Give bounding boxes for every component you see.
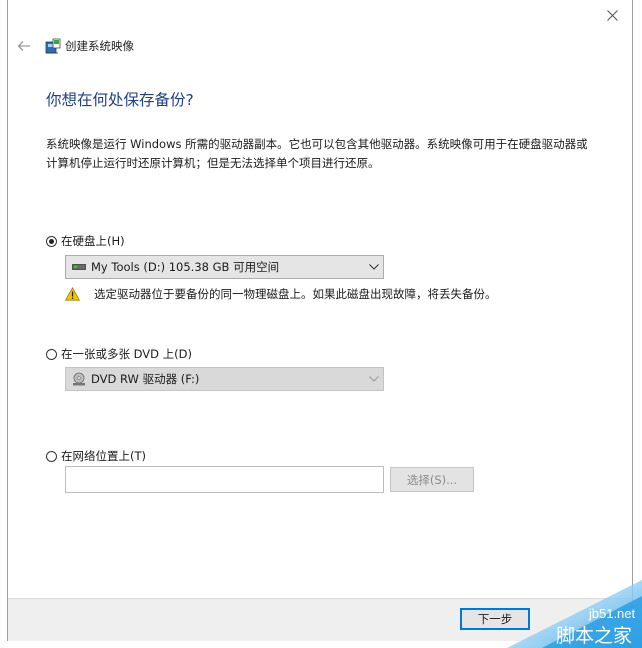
hard-disk-selected-value: My Tools (D:) 105.38 GB 可用空间 [91, 260, 280, 274]
hard-disk-dropdown[interactable]: My Tools (D:) 105.38 GB 可用空间 [65, 255, 384, 279]
radio-button[interactable] [46, 348, 57, 360]
back-button[interactable] [16, 36, 32, 56]
network-path-input[interactable] [65, 466, 384, 493]
radio-dvd[interactable]: 在一张或多张 DVD 上(D) [46, 346, 192, 362]
chevron-down-icon [365, 256, 383, 278]
hard-drive-icon [72, 260, 86, 274]
dvd-drive-icon [72, 372, 86, 386]
dvd-selected-value: DVD RW 驱动器 (F:) [91, 372, 200, 386]
radio-dvd-label: 在一张或多张 DVD 上(D) [61, 347, 193, 361]
radio-network[interactable]: 在网络位置上(T) [46, 448, 146, 464]
window-title: 创建系统映像 [65, 39, 134, 53]
dvd-dropdown: DVD RW 驱动器 (F:) [65, 367, 384, 391]
warning-icon [65, 287, 80, 301]
select-browse-button[interactable]: 选择(S)... [390, 467, 474, 492]
watermark-line2: 脚本之家 [556, 625, 632, 647]
warning-message: 选定驱动器位于要备份的同一物理磁盘上。如果此磁盘出现故障，将丢失备份。 [65, 286, 497, 302]
radio-button[interactable] [46, 235, 57, 247]
watermark-line1: jb51.net [588, 606, 636, 621]
site-watermark-logo: jb51.net 脚本之家 [507, 580, 642, 648]
radio-network-label: 在网络位置上(T) [61, 449, 146, 463]
close-icon [606, 9, 618, 21]
warning-text: 选定驱动器位于要备份的同一物理磁盘上。如果此磁盘出现故障，将丢失备份。 [94, 287, 497, 301]
create-system-image-window: 创建系统映像 你想在何处保存备份? 系统映像是运行 Windows 所需的驱动器… [7, 0, 633, 641]
chevron-down-icon [365, 368, 383, 390]
description-text: 系统映像是运行 Windows 所需的驱动器副本。它也可以包含其他驱动器。系统映… [46, 137, 588, 170]
back-arrow-icon [17, 41, 30, 51]
system-image-backup-icon [45, 38, 61, 54]
radio-hard-disk-label: 在硬盘上(H) [61, 234, 125, 248]
radio-button[interactable] [46, 450, 57, 462]
close-button[interactable] [600, 4, 624, 26]
radio-hard-disk[interactable]: 在硬盘上(H) [46, 233, 125, 249]
page-heading: 你想在何处保存备份? [46, 91, 194, 109]
